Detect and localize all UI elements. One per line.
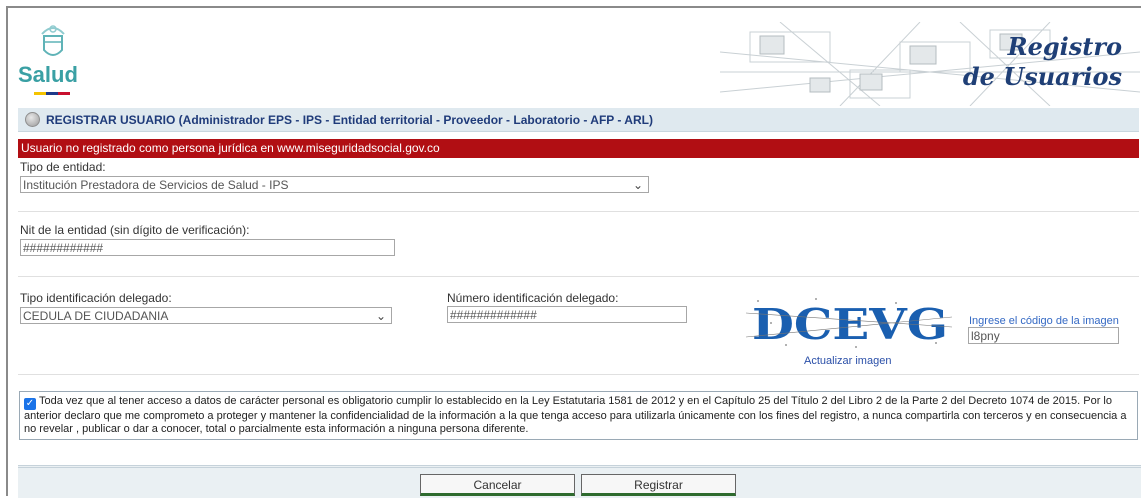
delegate-id-type-select-wrap: CEDULA DE CIUDADANIA ⌄: [20, 307, 392, 324]
captcha-prompt: Ingrese el código de la imagen: [969, 315, 1119, 327]
salud-logo: Salud: [18, 20, 88, 100]
divider: [18, 276, 1139, 277]
register-button[interactable]: Registrar: [581, 474, 736, 496]
header: Salud Registro de Usuarios: [8, 8, 1141, 108]
action-bar: [18, 465, 1141, 498]
page-title-bar: REGISTRAR USUARIO (Administrador EPS - I…: [18, 108, 1139, 132]
captcha-image: DCEVG: [746, 293, 952, 353]
delegate-id-type-select[interactable]: CEDULA DE CIUDADANIA: [20, 307, 392, 324]
banner-line-2: de Usuarios: [962, 62, 1122, 91]
logo-text: Salud: [18, 62, 78, 87]
flag-stripe: [34, 92, 70, 95]
nit-input[interactable]: [20, 239, 395, 256]
delegate-id-number-input[interactable]: [447, 306, 687, 323]
divider: [18, 374, 1139, 375]
registro-banner: Registro de Usuarios: [720, 22, 1140, 106]
error-message: Usuario no registrado como persona juríd…: [18, 139, 1139, 158]
cancel-button[interactable]: Cancelar: [420, 474, 575, 496]
nit-label: Nit de la entidad (sin dígito de verific…: [20, 223, 250, 237]
delegate-id-type-label: Tipo identificación delegado:: [20, 291, 172, 305]
banner-title: Registro de Usuarios: [963, 32, 1122, 92]
page-frame: Salud Registro de Usuarios REGISTRAR USU…: [6, 6, 1141, 498]
entity-type-label: Tipo de entidad:: [20, 160, 106, 174]
delegate-id-number-label: Número identificación delegado:: [447, 291, 619, 305]
refresh-captcha-link[interactable]: Actualizar imagen: [804, 355, 891, 367]
captcha-input[interactable]: [968, 327, 1119, 344]
divider: [18, 211, 1139, 212]
terms-box: ✓ Toda vez que al tener acceso a datos de…: [19, 391, 1138, 440]
status-dot-icon: [25, 112, 40, 127]
page-title: REGISTRAR USUARIO (Administrador EPS - I…: [46, 112, 653, 127]
banner-line-1: Registro: [1007, 32, 1122, 61]
captcha-graphic: DCEVG: [746, 293, 952, 353]
entity-type-select[interactable]: Institución Prestadora de Servicios de S…: [20, 176, 649, 193]
terms-checkbox[interactable]: ✓: [24, 398, 36, 410]
terms-text: Toda vez que al tener acceso a datos de …: [24, 395, 1127, 435]
coat-of-arms-icon: [41, 25, 65, 56]
entity-type-select-wrap: Institución Prestadora de Servicios de S…: [20, 176, 649, 193]
